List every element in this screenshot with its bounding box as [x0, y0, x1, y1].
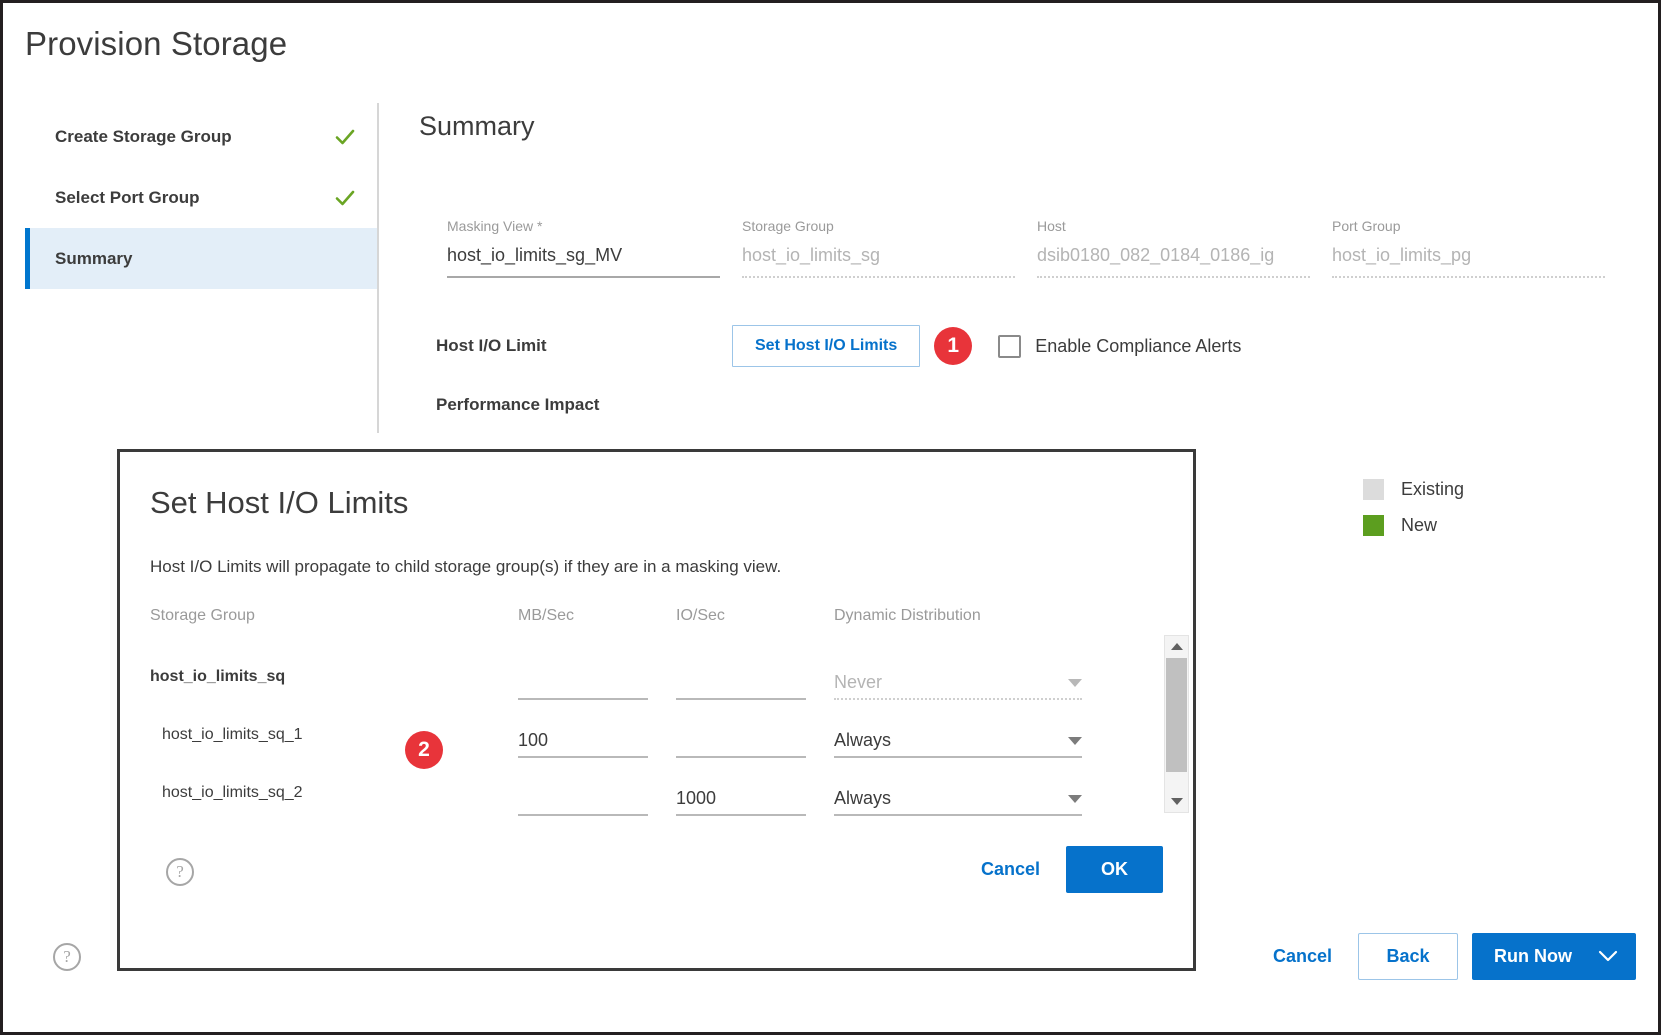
chevron-down-icon[interactable] — [1598, 950, 1618, 963]
checkbox-label: Enable Compliance Alerts — [1035, 335, 1242, 356]
dynamic-distribution-value: Always — [834, 788, 892, 808]
field-port-group: Port Group host_io_limits_pg — [1332, 218, 1627, 278]
mb-sec-input[interactable] — [518, 660, 648, 700]
summary-fields: Masking View * host_io_limits_sg_MV Stor… — [447, 218, 1627, 278]
wizard-step-label: Select Port Group — [55, 187, 200, 207]
sidebar-divider — [377, 103, 379, 433]
io-sec-input[interactable] — [676, 660, 806, 700]
host-io-limit-label: Host I/O Limit — [436, 336, 547, 355]
performance-impact-label: Performance Impact — [436, 395, 600, 414]
legend-swatch-existing — [1363, 479, 1384, 500]
help-circle-icon: ? — [166, 858, 194, 886]
enable-compliance-alerts-checkbox[interactable]: Enable Compliance Alerts — [998, 334, 1242, 358]
chevron-down-icon[interactable] — [1068, 737, 1082, 745]
io-sec-input[interactable]: 1000 — [676, 776, 806, 816]
set-host-io-limits-button[interactable]: Set Host I/O Limits — [732, 325, 921, 367]
chevron-down-icon — [1068, 679, 1082, 687]
field-label: Port Group — [1332, 218, 1401, 234]
dialog-footer: Cancel OK — [955, 846, 1163, 893]
table-row: host_io_limits_sq Never — [150, 648, 1160, 706]
mb-sec-input[interactable] — [518, 776, 648, 816]
dialog-cancel-button[interactable]: Cancel — [955, 859, 1066, 880]
legend-item-existing: Existing — [1363, 479, 1464, 500]
field-label: Host — [1037, 218, 1066, 234]
column-header-storage-group: Storage Group — [150, 607, 255, 624]
run-now-label: Run Now — [1494, 946, 1572, 966]
callout-badge-2: 2 — [405, 731, 443, 769]
column-header-dynamic-distribution: Dynamic Distribution — [834, 607, 981, 624]
check-icon — [335, 129, 355, 144]
row-storage-group-name: host_io_limits_sq — [150, 668, 286, 685]
mb-sec-input[interactable]: 100 — [518, 718, 648, 758]
storage-group-value: host_io_limits_sg — [742, 245, 1015, 278]
host-value: dsib0180_082_0184_0186_ig — [1037, 245, 1310, 278]
wizard-step-list: Create Storage Group Select Port Group S… — [25, 106, 377, 289]
check-icon — [335, 190, 355, 205]
sidebar-item-create-storage-group[interactable]: Create Storage Group — [25, 106, 377, 167]
sidebar-item-summary[interactable]: Summary — [25, 228, 377, 289]
scroll-up-arrow-icon[interactable] — [1165, 636, 1188, 657]
legend-item-new: New — [1363, 515, 1464, 536]
field-label: Masking View * — [447, 218, 543, 234]
legend: Existing New — [1363, 479, 1464, 551]
dynamic-distribution-value: Never — [834, 672, 883, 692]
io-sec-value: 1000 — [676, 788, 717, 808]
page-help-button[interactable]: ? — [53, 943, 81, 971]
table-row: host_io_limits_sq_1 100 Always — [150, 706, 1160, 764]
host-io-limit-row: Host I/O Limit Set Host I/O Limits 1 Ena… — [436, 325, 1241, 367]
column-header-mb-sec: MB/Sec — [518, 607, 575, 624]
column-header-io-sec: IO/Sec — [676, 607, 725, 624]
section-title: Summary — [419, 111, 535, 141]
scroll-down-arrow-icon[interactable] — [1165, 791, 1188, 812]
dynamic-distribution-select[interactable]: Always — [834, 718, 1082, 758]
row-storage-group-name: host_io_limits_sq_1 — [162, 726, 303, 743]
wizard-step-label: Summary — [55, 248, 133, 268]
wizard-footer: Cancel Back Run Now — [1247, 933, 1636, 980]
masking-view-input[interactable]: host_io_limits_sg_MV — [447, 245, 720, 278]
table-header-row: Storage Group MB/Sec IO/Sec Dynamic Dist… — [150, 607, 1160, 625]
dialog-ok-button[interactable]: OK — [1066, 846, 1163, 893]
field-masking-view: Masking View * host_io_limits_sg_MV — [447, 218, 742, 278]
field-host: Host dsib0180_082_0184_0186_ig — [1037, 218, 1332, 278]
row-storage-group-name: host_io_limits_sq_2 — [162, 784, 303, 801]
run-now-button[interactable]: Run Now — [1472, 933, 1636, 980]
checkbox-box-icon[interactable] — [998, 334, 1022, 358]
sidebar-item-select-port-group[interactable]: Select Port Group — [25, 167, 377, 228]
field-storage-group: Storage Group host_io_limits_sg — [742, 218, 1037, 278]
chevron-down-icon[interactable] — [1068, 795, 1082, 803]
cancel-button[interactable]: Cancel — [1247, 946, 1358, 967]
field-label: Storage Group — [742, 218, 834, 234]
legend-label: New — [1401, 515, 1438, 535]
dialog-title: Set Host I/O Limits — [150, 485, 409, 520]
table-row: host_io_limits_sq_2 1000 Always — [150, 764, 1160, 822]
dynamic-distribution-select[interactable]: Always — [834, 776, 1082, 816]
dynamic-distribution-value: Always — [834, 730, 892, 750]
scrollbar-thumb[interactable] — [1166, 658, 1187, 772]
mb-sec-value: 100 — [518, 730, 549, 750]
set-host-io-limits-dialog: Set Host I/O Limits Host I/O Limits will… — [117, 449, 1196, 971]
port-group-value: host_io_limits_pg — [1332, 245, 1605, 278]
legend-swatch-new — [1363, 515, 1384, 536]
io-sec-input[interactable] — [676, 718, 806, 758]
table-scrollbar[interactable] — [1164, 635, 1189, 813]
summary-panel: Summary — [419, 111, 1638, 142]
host-io-limits-table: Storage Group MB/Sec IO/Sec Dynamic Dist… — [150, 607, 1160, 822]
provision-storage-window: Provision Storage Create Storage Group S… — [0, 0, 1661, 1035]
dialog-description: Host I/O Limits will propagate to child … — [150, 557, 782, 576]
page-title: Provision Storage — [25, 25, 288, 62]
legend-label: Existing — [1401, 479, 1465, 499]
wizard-step-label: Create Storage Group — [55, 126, 232, 146]
callout-badge-1: 1 — [934, 327, 973, 365]
dynamic-distribution-select: Never — [834, 660, 1082, 700]
back-button[interactable]: Back — [1358, 933, 1458, 980]
dialog-help-button[interactable]: ? — [166, 858, 194, 886]
help-circle-icon: ? — [53, 943, 81, 971]
